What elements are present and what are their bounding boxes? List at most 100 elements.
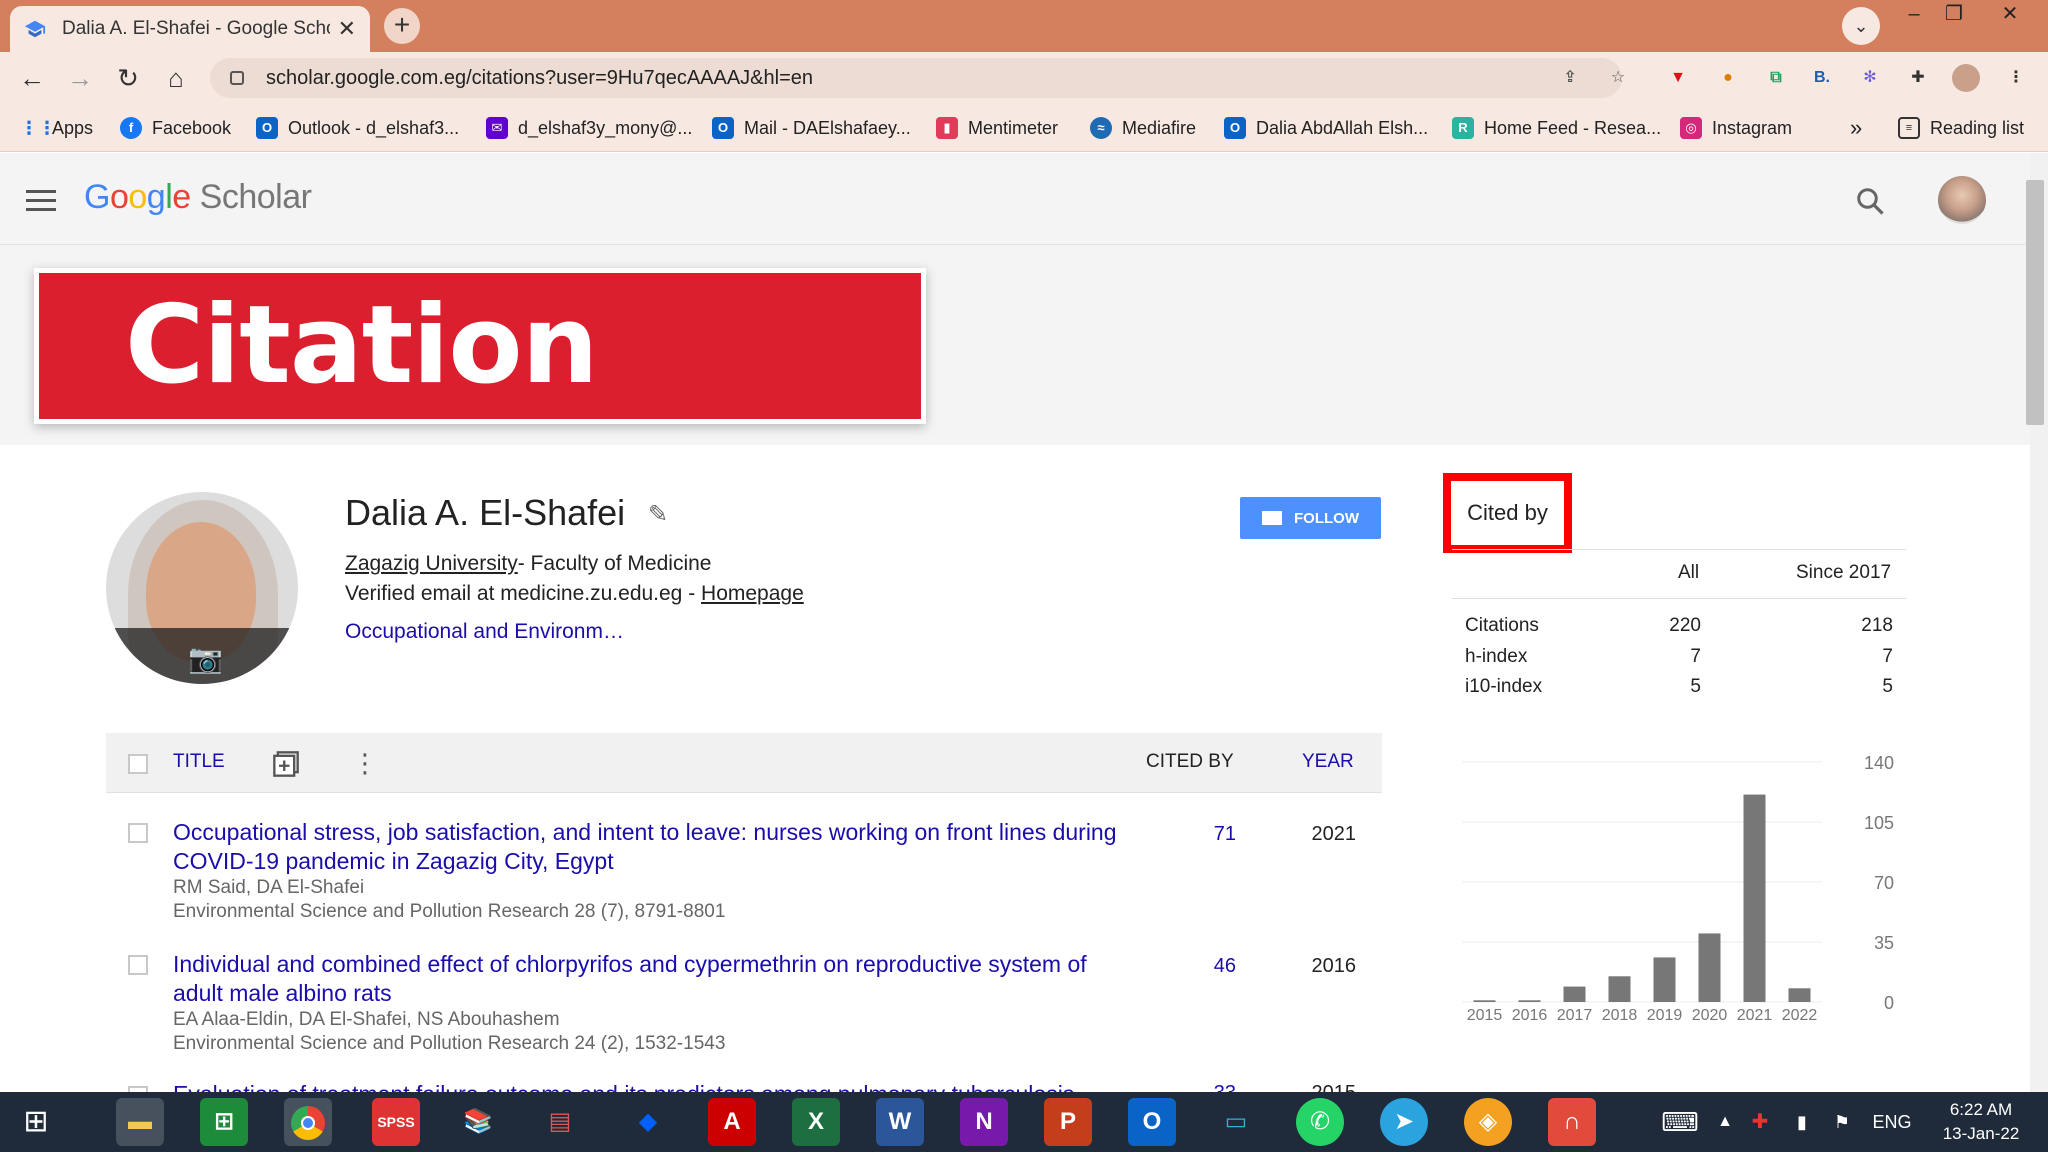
bar-2015[interactable] <box>1473 1000 1496 1002</box>
spss-icon[interactable]: SPSS <box>372 1098 420 1146</box>
powerpoint-icon[interactable]: P <box>1044 1098 1092 1146</box>
bar-2018[interactable] <box>1608 976 1631 1002</box>
extension-b-icon[interactable]: B. <box>1808 64 1836 92</box>
add-article-icon[interactable] <box>272 750 300 778</box>
bookmark-mentimeter[interactable]: ▮ Mentimeter <box>936 104 1058 152</box>
bookmark-researchgate[interactable]: R Home Feed - Resea... <box>1452 104 1661 152</box>
system-clock[interactable]: 6:22 AM 13-Jan-22 <box>1926 1098 2036 1146</box>
extension-translate-icon[interactable]: ⧉ <box>1762 64 1790 92</box>
edit-pencil-icon[interactable]: ✎ <box>648 500 668 529</box>
bookmark-instagram[interactable]: ◎ Instagram <box>1680 104 1792 152</box>
row-checkbox[interactable] <box>128 823 148 843</box>
bookmark-outlook[interactable]: O Outlook - d_elshaf3... <box>256 104 459 152</box>
profile-avatar-icon[interactable] <box>1952 64 1980 92</box>
extension-orange-icon[interactable]: ● <box>1714 64 1742 92</box>
tray-up-arrow-icon[interactable]: ▲ <box>1710 1098 1740 1146</box>
y-tick-label: 105 <box>1864 813 1894 833</box>
x-tick-label: 2020 <box>1692 1007 1728 1024</box>
file-explorer-icon[interactable]: ▬ <box>116 1098 164 1146</box>
browser-tab[interactable]: Dalia A. El-Shafei - Google Schol ✕ <box>10 6 370 52</box>
bar-2022[interactable] <box>1788 988 1811 1002</box>
outlook-app-icon[interactable]: O <box>1128 1098 1176 1146</box>
shield-extension-icon[interactable]: ▼ <box>1664 64 1692 92</box>
more-actions-icon[interactable]: ⋮ <box>352 748 378 779</box>
address-bar[interactable]: scholar.google.com.eg/citations?user=9Hu… <box>210 58 1622 98</box>
forward-icon[interactable]: → <box>62 60 98 96</box>
google-scholar-logo[interactable]: Google Scholar <box>84 178 312 217</box>
home-icon[interactable]: ⌂ <box>158 60 194 96</box>
restore-icon[interactable]: ❐ <box>1930 0 1978 30</box>
network-icon[interactable]: ▮ <box>1784 1098 1820 1146</box>
dropbox-icon[interactable]: ◆ <box>624 1098 672 1146</box>
camera-icon[interactable]: 📷 <box>188 642 223 675</box>
x-tick-label: 2015 <box>1467 1007 1503 1024</box>
headphones-icon[interactable]: ∩ <box>1548 1098 1596 1146</box>
chrome-icon[interactable] <box>284 1098 332 1146</box>
close-tab-icon[interactable]: ✕ <box>338 16 356 42</box>
back-icon[interactable]: ← <box>14 60 50 96</box>
metric-since-value: 218 <box>1861 615 1893 636</box>
year-column-header[interactable]: YEAR <box>1302 751 1354 773</box>
bookmark-yahoo-mail[interactable]: ✉ d_elshaf3y_mony@... <box>486 104 692 152</box>
close-window-icon[interactable]: ✕ <box>1986 0 2034 30</box>
bookmark-mail-outlook[interactable]: O Mail - DAElshafaey... <box>712 104 911 152</box>
scrollbar-thumb[interactable] <box>2026 180 2044 425</box>
homepage-link[interactable]: Homepage <box>701 582 804 605</box>
remote-desktop-icon[interactable]: ▭ <box>1212 1098 1260 1146</box>
bar-2021[interactable] <box>1743 794 1766 1002</box>
follow-button[interactable]: FOLLOW <box>1240 497 1381 539</box>
books-icon[interactable]: 📚 <box>454 1098 502 1146</box>
bookmark-apps[interactable]: ⋮⋮ Apps <box>20 104 93 152</box>
cited-by-count-link[interactable]: 46 <box>1176 955 1236 978</box>
tab-search-icon[interactable]: ⌄ <box>1842 7 1880 45</box>
bar-2016[interactable] <box>1518 1000 1541 1002</box>
bookmark-dalia-outlook[interactable]: O Dalia AbdAllah Elsh... <box>1224 104 1428 152</box>
flag-icon[interactable]: ⚑ <box>1824 1098 1860 1146</box>
profile-photo[interactable]: 📷 <box>106 492 298 684</box>
cited-by-count-link[interactable]: 71 <box>1176 823 1236 846</box>
university-link[interactable]: Zagazig University <box>345 552 518 575</box>
bar-2017[interactable] <box>1563 986 1586 1002</box>
tray-gift-icon[interactable]: ✚ <box>1742 1098 1778 1146</box>
more-bookmarks-icon[interactable]: » <box>1850 104 1862 152</box>
select-all-checkbox[interactable] <box>128 754 148 774</box>
store-icon[interactable]: ⊞ <box>200 1098 248 1146</box>
mediafire-icon: ≈ <box>1090 117 1112 139</box>
account-avatar[interactable] <box>1938 176 1986 224</box>
divider <box>1452 598 1906 599</box>
share-icon[interactable]: ⇪ <box>1556 64 1584 92</box>
cited-by-column-header[interactable]: CITED BY <box>1146 751 1234 773</box>
bookmark-mediafire[interactable]: ≈ Mediafire <box>1090 104 1196 152</box>
research-interest-link[interactable]: Occupational and Environm… <box>345 620 624 644</box>
word-icon[interactable]: W <box>876 1098 924 1146</box>
bookmark-star-icon[interactable]: ☆ <box>1604 64 1632 92</box>
keyboard-icon[interactable]: ⌨ <box>1656 1098 1704 1146</box>
telegram-icon[interactable]: ➤ <box>1380 1098 1428 1146</box>
title-column-header[interactable]: TITLE <box>173 751 225 773</box>
onenote-icon[interactable]: N <box>960 1098 1008 1146</box>
search-icon[interactable] <box>1855 186 1885 216</box>
article-title-link[interactable]: Evaluation of treatment failure outcome … <box>173 1080 1133 1092</box>
new-tab-button[interactable]: + <box>384 8 420 44</box>
bar-2020[interactable] <box>1698 933 1721 1002</box>
bookmark-facebook[interactable]: f Facebook <box>120 104 231 152</box>
language-indicator[interactable]: ENG <box>1866 1098 1918 1146</box>
article-title-link[interactable]: Occupational stress, job satisfaction, a… <box>173 818 1133 876</box>
hamburger-menu-icon[interactable] <box>26 190 56 211</box>
article-title-link[interactable]: Individual and combined effect of chlorp… <box>173 950 1133 1008</box>
vpn-shield-icon[interactable]: ◈ <box>1464 1098 1512 1146</box>
excel-icon[interactable]: X <box>792 1098 840 1146</box>
winrar-icon[interactable]: ▤ <box>536 1098 584 1146</box>
cited-by-count-link[interactable]: 33 <box>1176 1082 1236 1092</box>
extensions-puzzle-icon[interactable]: ✚ <box>1904 64 1932 92</box>
reading-list[interactable]: ≡ Reading list <box>1898 104 2024 152</box>
logo-google: Google <box>84 178 191 216</box>
reload-icon[interactable]: ↻ <box>110 60 146 96</box>
extension-star-icon[interactable]: ✻ <box>1856 64 1884 92</box>
windows-start-icon[interactable]: ⊞ <box>12 1098 60 1146</box>
bar-2019[interactable] <box>1653 957 1676 1002</box>
acrobat-icon[interactable]: A <box>708 1098 756 1146</box>
menu-dots-icon[interactable]: ⋮ <box>2002 64 2030 92</box>
whatsapp-icon[interactable]: ✆ <box>1296 1098 1344 1146</box>
row-checkbox[interactable] <box>128 955 148 975</box>
